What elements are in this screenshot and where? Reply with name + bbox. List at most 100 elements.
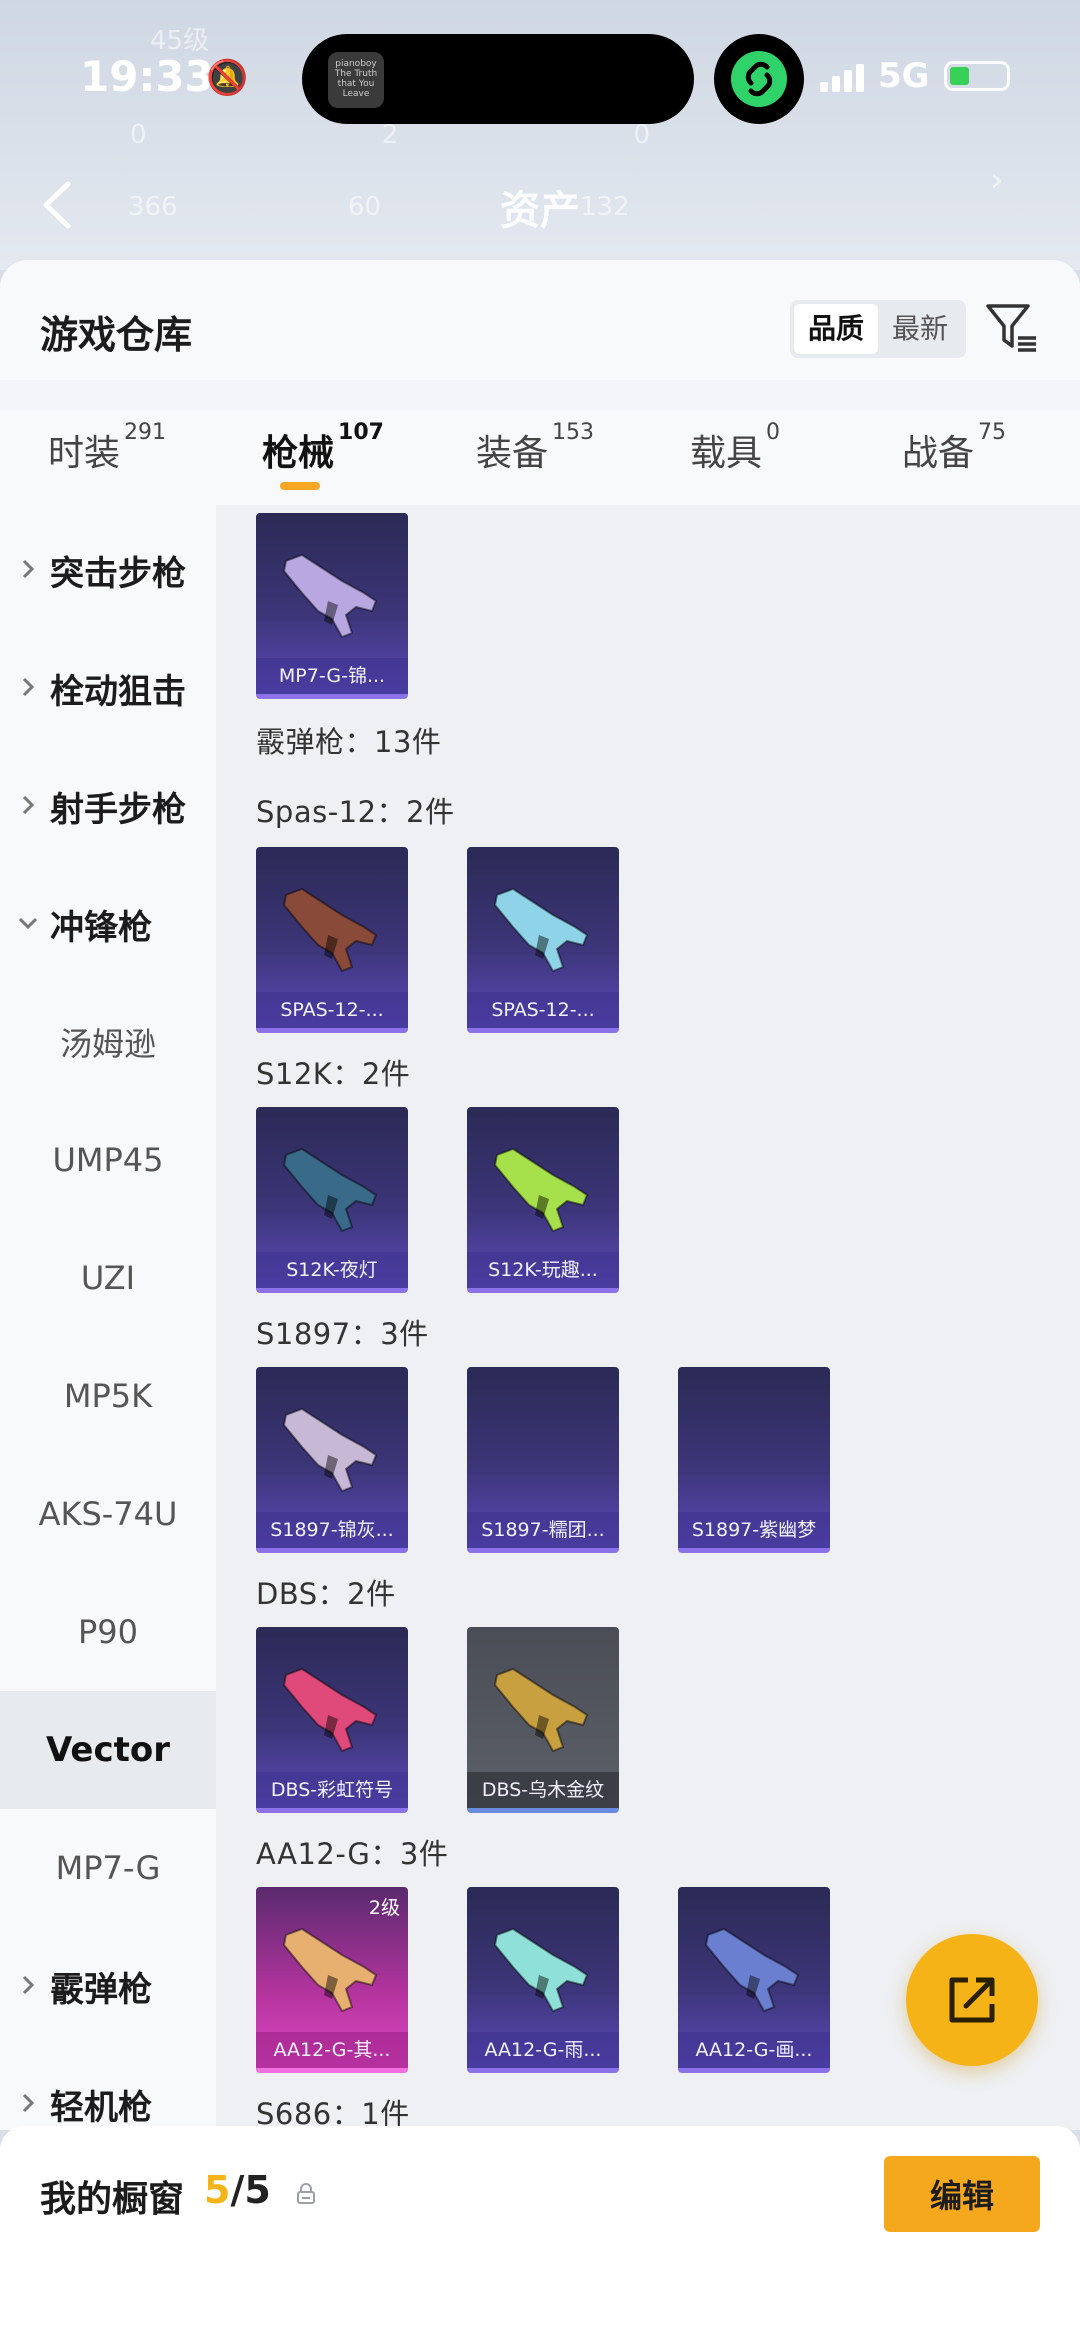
weapon-card[interactable]: AA12-G-雨... [467, 1887, 619, 2073]
silent-bell-icon: 🔕 [206, 58, 249, 98]
sort-quality-button[interactable]: 品质 [794, 304, 879, 354]
section-label-s12k: S12K：2件 [256, 1057, 411, 1091]
gun-body [493, 1927, 589, 2013]
showcase-title: 我的橱窗 [40, 2179, 185, 2220]
weapon-card-name: AA12-G-雨... [467, 2032, 619, 2068]
weapon-card[interactable]: 2级 AA12-G-其... [256, 1887, 408, 2073]
weapon-card-name: S1897-糯团... [467, 1512, 619, 1548]
weapon-image [282, 553, 378, 639]
gun-body [282, 1927, 378, 2013]
weapon-card[interactable]: AA12-G-画... [678, 1887, 830, 2073]
gun-body [704, 1927, 800, 2013]
weapon-card-name: DBS-乌木金纹 [467, 1772, 619, 1808]
filter-icon[interactable] [984, 300, 1040, 356]
weapon-image [282, 1667, 378, 1753]
tab-supplies[interactable]: 战备75 [902, 420, 1006, 476]
network-label: 5G [878, 56, 930, 96]
sidebar-item-bolt-sniper[interactable]: 栓动狙击 [0, 629, 216, 747]
back-icon[interactable] [38, 180, 78, 230]
sidebar-item-lmg[interactable]: 轻机枪 [0, 2045, 216, 2130]
weapon-image [282, 1927, 378, 2013]
chevron-down-icon [18, 917, 38, 930]
category-tabs: 时装291 枪械107 装备153 载具0 战备75 [0, 410, 1080, 505]
warehouse-panel: 游戏仓库 品质 最新 时装291 枪械107 装备153 载具0 战备75 突击… [0, 260, 1080, 2130]
weapon-card-name: SPAS-12-... [256, 992, 408, 1028]
sidebar-item-vector[interactable]: Vector [0, 1691, 216, 1809]
showcase-bar: 我的橱窗 5/5 编辑 [0, 2126, 1080, 2347]
section-label-aa12g: AA12-G：3件 [256, 1837, 449, 1871]
sidebar-item-aks74u[interactable]: AKS-74U [0, 1455, 216, 1573]
section-label-shotgun: 霰弹枪：13件 [256, 725, 442, 759]
tab-fashion[interactable]: 时装291 [48, 420, 166, 476]
weapon-card[interactable]: S12K-夜灯 [256, 1107, 408, 1293]
weapon-card-name: S1897-紫幽梦 [678, 1512, 830, 1548]
sort-toggle: 品质 最新 [790, 300, 967, 358]
battery-icon [943, 61, 1010, 91]
weapon-card-name: SPAS-12-... [467, 992, 619, 1028]
tab-vehicles[interactable]: 载具0 [690, 420, 780, 476]
status-icons: 5G [820, 56, 1010, 96]
weapon-card[interactable]: S1897-锦灰... [256, 1367, 408, 1553]
sidebar-item-uzi[interactable]: UZI [0, 1219, 216, 1337]
weapon-card[interactable]: S1897-紫幽梦 [678, 1367, 830, 1553]
weapon-card-name: S1897-锦灰... [256, 1512, 408, 1548]
section-label-s686: S686：1件 [256, 2097, 410, 2130]
weapon-card-name: DBS-彩虹符号 [256, 1772, 408, 1808]
chevron-right-icon [22, 677, 35, 697]
section-label-spas12: Spas-12：2件 [256, 795, 455, 829]
sidebar-item-smg[interactable]: 冲锋枪 [0, 865, 216, 983]
weapon-card[interactable]: DBS-彩虹符号 [256, 1627, 408, 1813]
page-title: 资产 [500, 188, 580, 234]
panel-header: 游戏仓库 品质 最新 [0, 260, 1080, 380]
sidebar-item-mp7g[interactable]: MP7-G [0, 1809, 216, 1927]
panel-title: 游戏仓库 [40, 313, 193, 357]
weapon-category-sidebar: 突击步枪 栓动狙击 射手步枪 冲锋枪 汤姆逊 UMP45 UZI MP5K AK… [0, 505, 216, 2130]
gun-body [493, 887, 589, 973]
weapon-image [704, 1927, 800, 2013]
weapon-card[interactable]: S1897-糯团... [467, 1367, 619, 1553]
gun-body [282, 1147, 378, 1233]
weapon-card-name: S12K-玩趣... [467, 1252, 619, 1288]
showcase-count: 5/5 [204, 2168, 271, 2212]
stats-row-1: 0 2 0 [130, 120, 650, 150]
tab-equipment[interactable]: 装备153 [476, 420, 594, 476]
weapon-image [282, 1407, 378, 1493]
sort-newest-button[interactable]: 最新 [878, 304, 962, 354]
dynamic-island: pianoboy The Truth that You Leave [302, 34, 694, 124]
status-time: 19:33 [80, 52, 214, 101]
gun-body [493, 1147, 589, 1233]
chevron-right-icon [22, 1975, 35, 1995]
weapon-image [282, 1147, 378, 1233]
sidebar-item-p90[interactable]: P90 [0, 1573, 216, 1691]
sidebar-item-mp5k[interactable]: MP5K [0, 1337, 216, 1455]
gun-body [282, 553, 378, 639]
gun-body [282, 1407, 378, 1493]
weapon-card[interactable]: DBS-乌木金纹 [467, 1627, 619, 1813]
weapon-card[interactable]: SPAS-12-... [256, 847, 408, 1033]
weapon-image [493, 1927, 589, 2013]
weapon-card-name: AA12-G-其... [256, 2032, 408, 2068]
link-app-icon [714, 34, 804, 124]
weapon-image [282, 887, 378, 973]
weapon-card[interactable]: MP7-G-锦... [256, 513, 408, 699]
weapon-image [493, 1147, 589, 1233]
sidebar-item-thompson[interactable]: 汤姆逊 [0, 983, 216, 1101]
sidebar-item-assault-rifle[interactable]: 突击步枪 [0, 511, 216, 629]
gun-body [493, 1667, 589, 1753]
section-label-s1897: S1897：3件 [256, 1317, 429, 1351]
weapon-card[interactable]: S12K-玩趣... [467, 1107, 619, 1293]
signal-icon [820, 60, 864, 92]
active-tab-indicator [280, 482, 320, 490]
weapon-card-name: MP7-G-锦... [256, 658, 408, 694]
weapon-card[interactable]: SPAS-12-... [467, 847, 619, 1033]
share-button[interactable] [906, 1934, 1038, 2066]
sidebar-item-marksman-rifle[interactable]: 射手步枪 [0, 747, 216, 865]
sidebar-item-shotgun[interactable]: 霰弹枪 [0, 1927, 216, 2045]
sidebar-item-ump45[interactable]: UMP45 [0, 1101, 216, 1219]
chevron-right-icon [22, 2093, 35, 2113]
chevron-right-icon [22, 795, 35, 815]
tab-firearms[interactable]: 枪械107 [262, 420, 384, 476]
gun-body [282, 887, 378, 973]
edit-button[interactable]: 编辑 [884, 2156, 1040, 2232]
section-label-dbs: DBS：2件 [256, 1577, 396, 1611]
